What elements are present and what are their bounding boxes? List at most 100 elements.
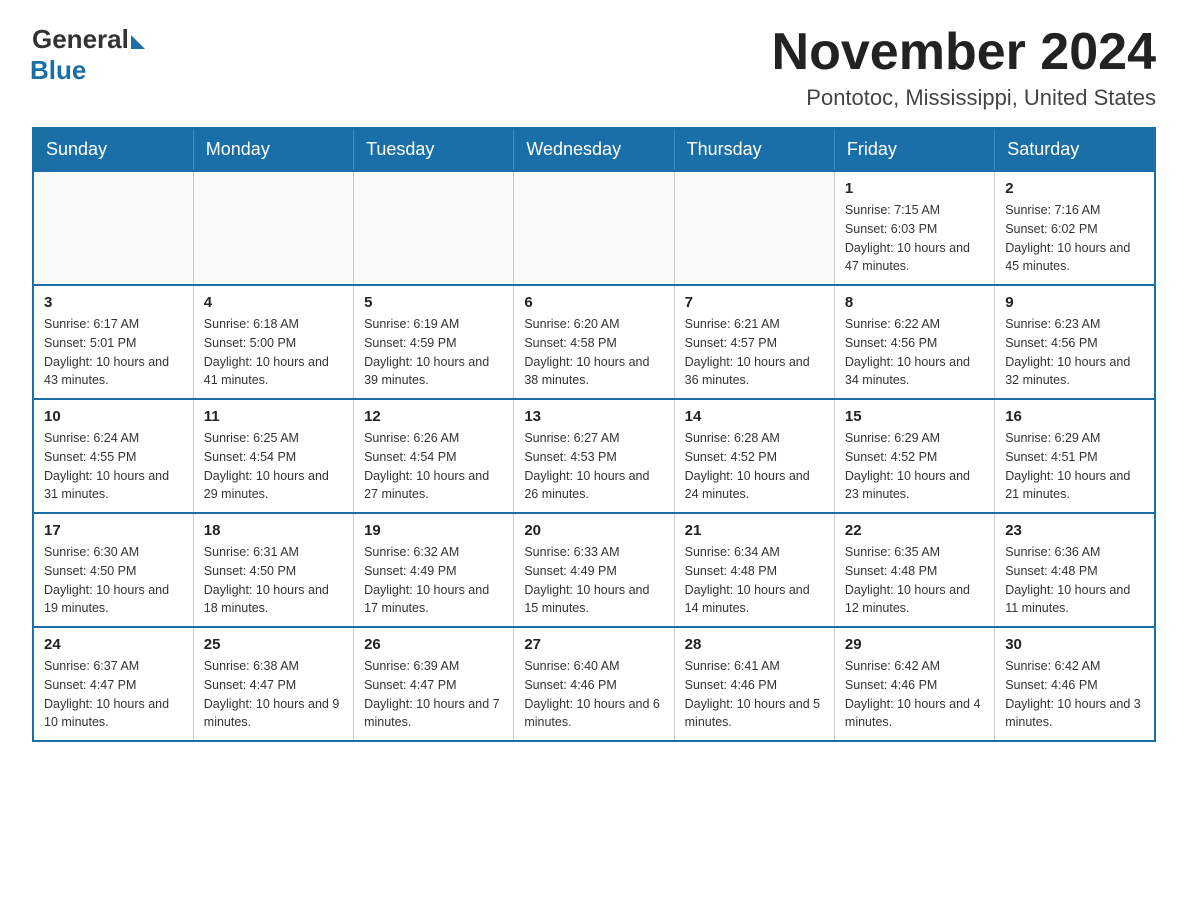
calendar-cell: 13 Sunrise: 6:27 AMSunset: 4:53 PMDayligh… <box>514 399 674 513</box>
weekday-header-monday: Monday <box>193 128 353 171</box>
day-number: 25 <box>204 636 343 653</box>
calendar-header: SundayMondayTuesdayWednesdayThursdayFrid… <box>33 128 1155 171</box>
calendar-cell: 4Sunrise: 6:18 AMSunset: 5:00 PMDaylight… <box>193 285 353 399</box>
day-number: 11 <box>204 408 343 425</box>
calendar-body: 1 Sunrise: 7:15 AMSunset: 6:03 PMDaylight… <box>33 171 1155 741</box>
calendar-cell: 26 Sunrise: 6:39 AMSunset: 4:47 PMDayligh… <box>354 627 514 741</box>
calendar-cell: 30 Sunrise: 6:42 AMSunset: 4:46 PMDayligh… <box>995 627 1155 741</box>
calendar-cell: 11 Sunrise: 6:25 AMSunset: 4:54 PMDayligh… <box>193 399 353 513</box>
calendar-cell: 15 Sunrise: 6:29 AMSunset: 4:52 PMDayligh… <box>834 399 994 513</box>
logo-arrow-icon <box>131 35 145 49</box>
day-number: 5 <box>364 294 503 311</box>
weekday-header-sunday: Sunday <box>33 128 193 171</box>
calendar-cell: 6Sunrise: 6:20 AMSunset: 4:58 PMDaylight… <box>514 285 674 399</box>
logo: General Blue <box>32 24 145 86</box>
day-info: Sunrise: 6:40 AMSunset: 4:46 PMDaylight:… <box>524 657 663 732</box>
day-number: 23 <box>1005 522 1144 539</box>
day-number: 12 <box>364 408 503 425</box>
title-section: November 2024 Pontotoc, Mississippi, Uni… <box>772 24 1156 111</box>
calendar-cell <box>674 171 834 285</box>
day-number: 17 <box>44 522 183 539</box>
day-info: Sunrise: 6:30 AMSunset: 4:50 PMDaylight:… <box>44 543 183 618</box>
day-info: Sunrise: 6:23 AMSunset: 4:56 PMDaylight:… <box>1005 315 1144 390</box>
day-number: 26 <box>364 636 503 653</box>
calendar-cell: 8 Sunrise: 6:22 AMSunset: 4:56 PMDaylight… <box>834 285 994 399</box>
day-number: 15 <box>845 408 984 425</box>
day-info: Sunrise: 6:25 AMSunset: 4:54 PMDaylight:… <box>204 429 343 504</box>
calendar-cell: 18 Sunrise: 6:31 AMSunset: 4:50 PMDayligh… <box>193 513 353 627</box>
day-info: Sunrise: 6:36 AMSunset: 4:48 PMDaylight:… <box>1005 543 1144 618</box>
calendar-cell <box>354 171 514 285</box>
calendar-cell: 7Sunrise: 6:21 AMSunset: 4:57 PMDaylight… <box>674 285 834 399</box>
weekday-header-thursday: Thursday <box>674 128 834 171</box>
day-info: Sunrise: 6:27 AMSunset: 4:53 PMDaylight:… <box>524 429 663 504</box>
day-info: Sunrise: 7:16 AMSunset: 6:02 PMDaylight:… <box>1005 201 1144 276</box>
calendar-week-1: 1 Sunrise: 7:15 AMSunset: 6:03 PMDaylight… <box>33 171 1155 285</box>
calendar-cell: 12 Sunrise: 6:26 AMSunset: 4:54 PMDayligh… <box>354 399 514 513</box>
calendar-cell: 3Sunrise: 6:17 AMSunset: 5:01 PMDaylight… <box>33 285 193 399</box>
calendar-cell: 14 Sunrise: 6:28 AMSunset: 4:52 PMDayligh… <box>674 399 834 513</box>
day-number: 10 <box>44 408 183 425</box>
calendar-table: SundayMondayTuesdayWednesdayThursdayFrid… <box>32 127 1156 742</box>
logo-general-text: General <box>32 24 129 55</box>
day-info: Sunrise: 6:24 AMSunset: 4:55 PMDaylight:… <box>44 429 183 504</box>
page-header: General Blue November 2024 Pontotoc, Mis… <box>32 24 1156 111</box>
calendar-cell: 22Sunrise: 6:35 AMSunset: 4:48 PMDayligh… <box>834 513 994 627</box>
day-number: 4 <box>204 294 343 311</box>
day-number: 30 <box>1005 636 1144 653</box>
day-number: 9 <box>1005 294 1144 311</box>
calendar-cell: 17 Sunrise: 6:30 AMSunset: 4:50 PMDayligh… <box>33 513 193 627</box>
day-number: 21 <box>685 522 824 539</box>
day-info: Sunrise: 6:29 AMSunset: 4:52 PMDaylight:… <box>845 429 984 504</box>
calendar-cell: 20 Sunrise: 6:33 AMSunset: 4:49 PMDayligh… <box>514 513 674 627</box>
day-info: Sunrise: 6:26 AMSunset: 4:54 PMDaylight:… <box>364 429 503 504</box>
calendar-cell: 2Sunrise: 7:16 AMSunset: 6:02 PMDaylight… <box>995 171 1155 285</box>
day-number: 8 <box>845 294 984 311</box>
weekday-header-wednesday: Wednesday <box>514 128 674 171</box>
weekday-header-row: SundayMondayTuesdayWednesdayThursdayFrid… <box>33 128 1155 171</box>
day-number: 22 <box>845 522 984 539</box>
calendar-week-4: 17 Sunrise: 6:30 AMSunset: 4:50 PMDayligh… <box>33 513 1155 627</box>
day-info: Sunrise: 6:31 AMSunset: 4:50 PMDaylight:… <box>204 543 343 618</box>
day-info: Sunrise: 6:17 AMSunset: 5:01 PMDaylight:… <box>44 315 183 390</box>
day-number: 18 <box>204 522 343 539</box>
day-info: Sunrise: 6:19 AMSunset: 4:59 PMDaylight:… <box>364 315 503 390</box>
day-info: Sunrise: 6:42 AMSunset: 4:46 PMDaylight:… <box>845 657 984 732</box>
day-number: 19 <box>364 522 503 539</box>
calendar-cell <box>514 171 674 285</box>
day-number: 1 <box>845 180 984 197</box>
day-info: Sunrise: 7:15 AMSunset: 6:03 PMDaylight:… <box>845 201 984 276</box>
calendar-cell <box>33 171 193 285</box>
calendar-cell: 23 Sunrise: 6:36 AMSunset: 4:48 PMDayligh… <box>995 513 1155 627</box>
calendar-cell: 29Sunrise: 6:42 AMSunset: 4:46 PMDayligh… <box>834 627 994 741</box>
day-info: Sunrise: 6:28 AMSunset: 4:52 PMDaylight:… <box>685 429 824 504</box>
month-title: November 2024 <box>772 24 1156 81</box>
day-number: 6 <box>524 294 663 311</box>
day-number: 16 <box>1005 408 1144 425</box>
calendar-cell: 1 Sunrise: 7:15 AMSunset: 6:03 PMDaylight… <box>834 171 994 285</box>
calendar-week-3: 10 Sunrise: 6:24 AMSunset: 4:55 PMDayligh… <box>33 399 1155 513</box>
day-number: 7 <box>685 294 824 311</box>
day-info: Sunrise: 6:42 AMSunset: 4:46 PMDaylight:… <box>1005 657 1144 732</box>
day-number: 13 <box>524 408 663 425</box>
weekday-header-friday: Friday <box>834 128 994 171</box>
calendar-week-5: 24Sunrise: 6:37 AMSunset: 4:47 PMDayligh… <box>33 627 1155 741</box>
day-number: 24 <box>44 636 183 653</box>
day-info: Sunrise: 6:33 AMSunset: 4:49 PMDaylight:… <box>524 543 663 618</box>
day-number: 20 <box>524 522 663 539</box>
day-info: Sunrise: 6:32 AMSunset: 4:49 PMDaylight:… <box>364 543 503 618</box>
calendar-week-2: 3Sunrise: 6:17 AMSunset: 5:01 PMDaylight… <box>33 285 1155 399</box>
location-text: Pontotoc, Mississippi, United States <box>772 85 1156 111</box>
calendar-cell: 28Sunrise: 6:41 AMSunset: 4:46 PMDayligh… <box>674 627 834 741</box>
calendar-cell: 27 Sunrise: 6:40 AMSunset: 4:46 PMDayligh… <box>514 627 674 741</box>
day-number: 27 <box>524 636 663 653</box>
calendar-cell: 24Sunrise: 6:37 AMSunset: 4:47 PMDayligh… <box>33 627 193 741</box>
calendar-cell: 21Sunrise: 6:34 AMSunset: 4:48 PMDayligh… <box>674 513 834 627</box>
day-info: Sunrise: 6:39 AMSunset: 4:47 PMDaylight:… <box>364 657 503 732</box>
logo-blue-text: Blue <box>30 55 86 86</box>
day-info: Sunrise: 6:29 AMSunset: 4:51 PMDaylight:… <box>1005 429 1144 504</box>
calendar-cell: 5 Sunrise: 6:19 AMSunset: 4:59 PMDaylight… <box>354 285 514 399</box>
calendar-cell <box>193 171 353 285</box>
day-number: 14 <box>685 408 824 425</box>
day-info: Sunrise: 6:22 AMSunset: 4:56 PMDaylight:… <box>845 315 984 390</box>
